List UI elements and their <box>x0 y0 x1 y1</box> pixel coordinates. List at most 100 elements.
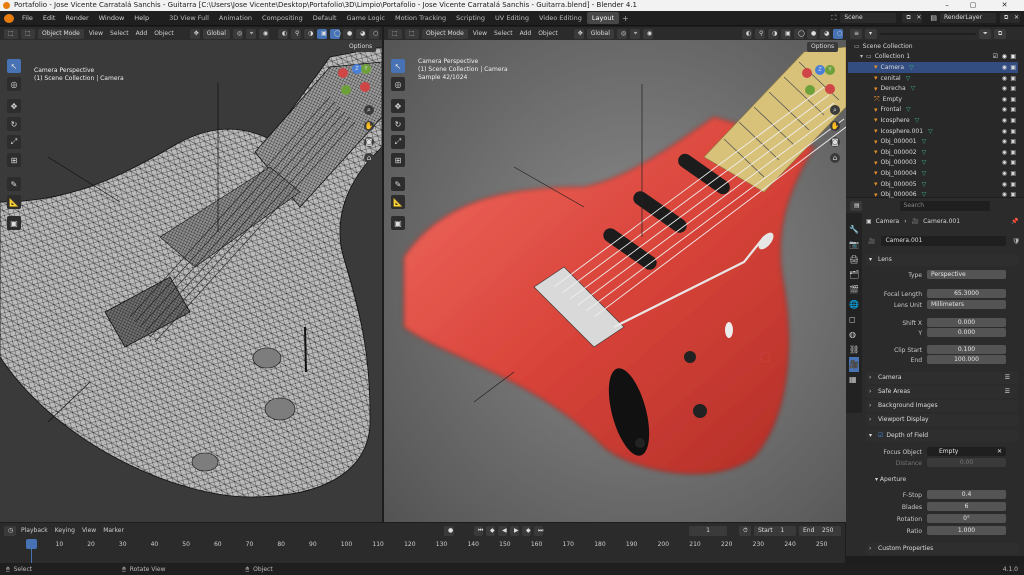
pivot-icon[interactable]: ◎ <box>616 28 627 39</box>
datablock-selector[interactable]: 🎥 Camera.001 🛡 <box>868 236 1020 246</box>
scene-selector[interactable]: Scene <box>840 13 897 23</box>
preview-range-icon[interactable]: ⏱ <box>739 525 751 536</box>
viewport-menu-object[interactable]: Object <box>152 30 176 37</box>
visibility-eye-icon[interactable]: ◉ <box>1002 75 1007 82</box>
menu-window[interactable]: Window <box>94 14 130 22</box>
wireframe-shading-icon[interactable]: ◯ <box>794 28 805 39</box>
xray-icon[interactable]: ▣ <box>317 28 327 39</box>
datablock-name-field[interactable]: Camera.001 <box>881 236 1007 246</box>
render-camera-icon[interactable]: ▣ <box>1010 170 1016 177</box>
render-camera-icon[interactable]: ▣ <box>1010 128 1016 135</box>
close-icon[interactable]: ✕ <box>985 0 1024 11</box>
pin-icon[interactable]: 📌 <box>1011 218 1018 225</box>
orientation-selector[interactable]: Global <box>202 28 230 39</box>
gizmo-neg-x-icon[interactable] <box>825 84 835 94</box>
current-frame-field[interactable]: 1 <box>689 525 727 536</box>
wireframe-shading-icon[interactable]: ◯ <box>330 28 341 39</box>
measure-tool-icon[interactable]: 📐 <box>391 195 405 209</box>
outliner-scene-collection[interactable]: ▭ Scene Collection <box>848 41 1018 52</box>
outliner-item[interactable]: ⤧ Empty ◉ ▣ <box>848 94 1018 105</box>
camera-panel-header[interactable]: › Camera ☰ <box>866 372 1018 384</box>
render-camera-icon[interactable]: ▣ <box>1010 149 1016 156</box>
delete-layer-icon[interactable]: ✕ <box>1010 13 1020 23</box>
frame-end-field[interactable]: End 250 <box>799 525 841 536</box>
clip-start-field[interactable]: 0.100 <box>927 345 1006 354</box>
annotate-tool-icon[interactable]: ✎ <box>391 177 405 191</box>
visibility-eye-icon[interactable]: ◉ <box>1002 170 1007 177</box>
visibility-eye-icon[interactable]: ◉ <box>1002 159 1007 166</box>
visibility-eye-icon[interactable]: ◉ <box>1002 117 1007 124</box>
output-tab-icon[interactable]: 🖨 <box>849 252 859 267</box>
workspace-tab[interactable]: UV Editing <box>490 12 534 24</box>
add-workspace-icon[interactable]: + <box>622 14 629 23</box>
render-camera-icon[interactable]: ▣ <box>1010 159 1016 166</box>
display-mode-icon[interactable]: ▾ <box>865 28 877 39</box>
render-camera-icon[interactable]: ▣ <box>1010 106 1016 113</box>
editor-type-icon[interactable]: ▤ <box>850 200 862 211</box>
jump-end-icon[interactable]: ⏭ <box>534 525 543 536</box>
texture-tab-icon[interactable]: ▦ <box>849 372 859 387</box>
visibility-eye-icon[interactable]: ◉ <box>1002 85 1007 92</box>
timeline-menu-playback[interactable]: Playback <box>19 527 50 534</box>
outliner-item[interactable]: ▾ Obj_000003 ▽ ◉ ▣ <box>848 158 1018 169</box>
snap-icon[interactable]: ⌖ <box>245 28 256 39</box>
solid-shading-icon[interactable]: ● <box>807 28 817 39</box>
viewport-menu-add[interactable]: Add <box>518 30 534 37</box>
next-key-icon[interactable]: ◆ <box>522 525 531 536</box>
gizmo-y-icon[interactable]: Y <box>825 65 835 75</box>
outliner-item[interactable]: ▾ Icosphere ▽ ◉ ▣ <box>848 115 1018 126</box>
background-images-panel-header[interactable]: › Background Images <box>866 400 1018 412</box>
clip-end-field[interactable]: 100.000 <box>927 355 1006 364</box>
render-camera-icon[interactable]: ▣ <box>1010 75 1016 82</box>
outliner-collection[interactable]: ▾ ▭ Collection 1 ☑ ◉ ▣ <box>848 52 1018 63</box>
scale-tool-icon[interactable]: ⤢ <box>7 135 21 149</box>
distance-field[interactable]: 0.00 <box>927 458 1006 467</box>
lock-camera-icon[interactable]: ⌂ <box>364 153 374 163</box>
rotate-tool-icon[interactable]: ↻ <box>7 117 21 131</box>
outliner-item[interactable]: ▾ Obj_000005 ▽ ◉ ▣ <box>848 179 1018 190</box>
workspace-tab[interactable]: 3D View Full <box>164 12 214 24</box>
add-cube-tool-icon[interactable]: ▣ <box>391 216 405 230</box>
add-cube-tool-icon[interactable]: ▣ <box>7 216 21 230</box>
viewport-menu-view[interactable]: View <box>471 30 489 37</box>
xray-icon[interactable]: ▣ <box>781 28 791 39</box>
viewport-left[interactable]: ⬚ ⬚ Object Mode View Select Add Object ✥… <box>0 27 382 522</box>
panel-menu-icon[interactable]: ☰ <box>1005 372 1010 384</box>
workspace-tab-active[interactable]: Layout <box>586 12 619 24</box>
workspace-tab[interactable]: Default <box>308 12 342 24</box>
render-camera-icon[interactable]: ▣ <box>1010 64 1016 71</box>
physics-tab-icon[interactable]: ◍ <box>849 327 859 342</box>
render-camera-icon[interactable]: ▣ <box>1010 138 1016 145</box>
maximize-icon[interactable]: ▢ <box>962 0 984 11</box>
transform-tool-icon[interactable]: ⊞ <box>391 153 405 167</box>
transform-tool-icon[interactable]: ⊞ <box>7 153 21 167</box>
render-camera-icon[interactable]: ▣ <box>1010 96 1016 103</box>
pan-hand-icon[interactable]: ✋ <box>364 121 374 131</box>
editor-type-icon[interactable]: ◷ <box>4 525 16 536</box>
custom-properties-panel-header[interactable]: › Custom Properties <box>866 543 1018 555</box>
panel-menu-icon[interactable]: ☰ <box>1005 386 1010 398</box>
render-camera-icon[interactable]: ▣ <box>1010 53 1016 60</box>
visibility-icon[interactable]: ◐ <box>278 28 288 39</box>
viewport-menu-select[interactable]: Select <box>492 30 515 37</box>
select-tool-icon[interactable]: ↖ <box>7 59 21 73</box>
fake-user-icon[interactable]: 🛡 <box>1012 238 1020 245</box>
world-tab-icon[interactable]: 🌐 <box>849 297 859 312</box>
focus-object-field[interactable]: Empty ✕ <box>927 447 1006 456</box>
select-tool-icon[interactable]: ↖ <box>391 59 405 73</box>
render-camera-icon[interactable]: ▣ <box>1010 85 1016 92</box>
measure-tool-icon[interactable]: 📐 <box>7 195 21 209</box>
rendered-shading-icon[interactable]: ○ <box>833 28 843 39</box>
gizmo-z-icon[interactable]: Z <box>815 65 825 75</box>
outliner-item[interactable]: ▾ Frontal ▽ ◉ ▣ <box>848 105 1018 116</box>
outliner-item[interactable]: ▾ Derecha ▽ ◉ ▣ <box>848 83 1018 94</box>
expand-arrow-icon[interactable]: ▾ <box>860 53 863 60</box>
overlay-icon[interactable]: ◑ <box>768 28 778 39</box>
move-tool-icon[interactable]: ✥ <box>391 99 405 113</box>
new-layer-icon[interactable]: ⧉ <box>1000 13 1010 23</box>
cursor-tool-icon[interactable]: ◎ <box>391 77 405 91</box>
material-shading-icon[interactable]: ◕ <box>820 28 830 39</box>
visibility-eye-icon[interactable]: ◉ <box>1002 53 1007 60</box>
dof-checkbox-icon[interactable]: ☑ <box>878 432 883 439</box>
ratio-field[interactable]: 1.000 <box>927 526 1006 535</box>
